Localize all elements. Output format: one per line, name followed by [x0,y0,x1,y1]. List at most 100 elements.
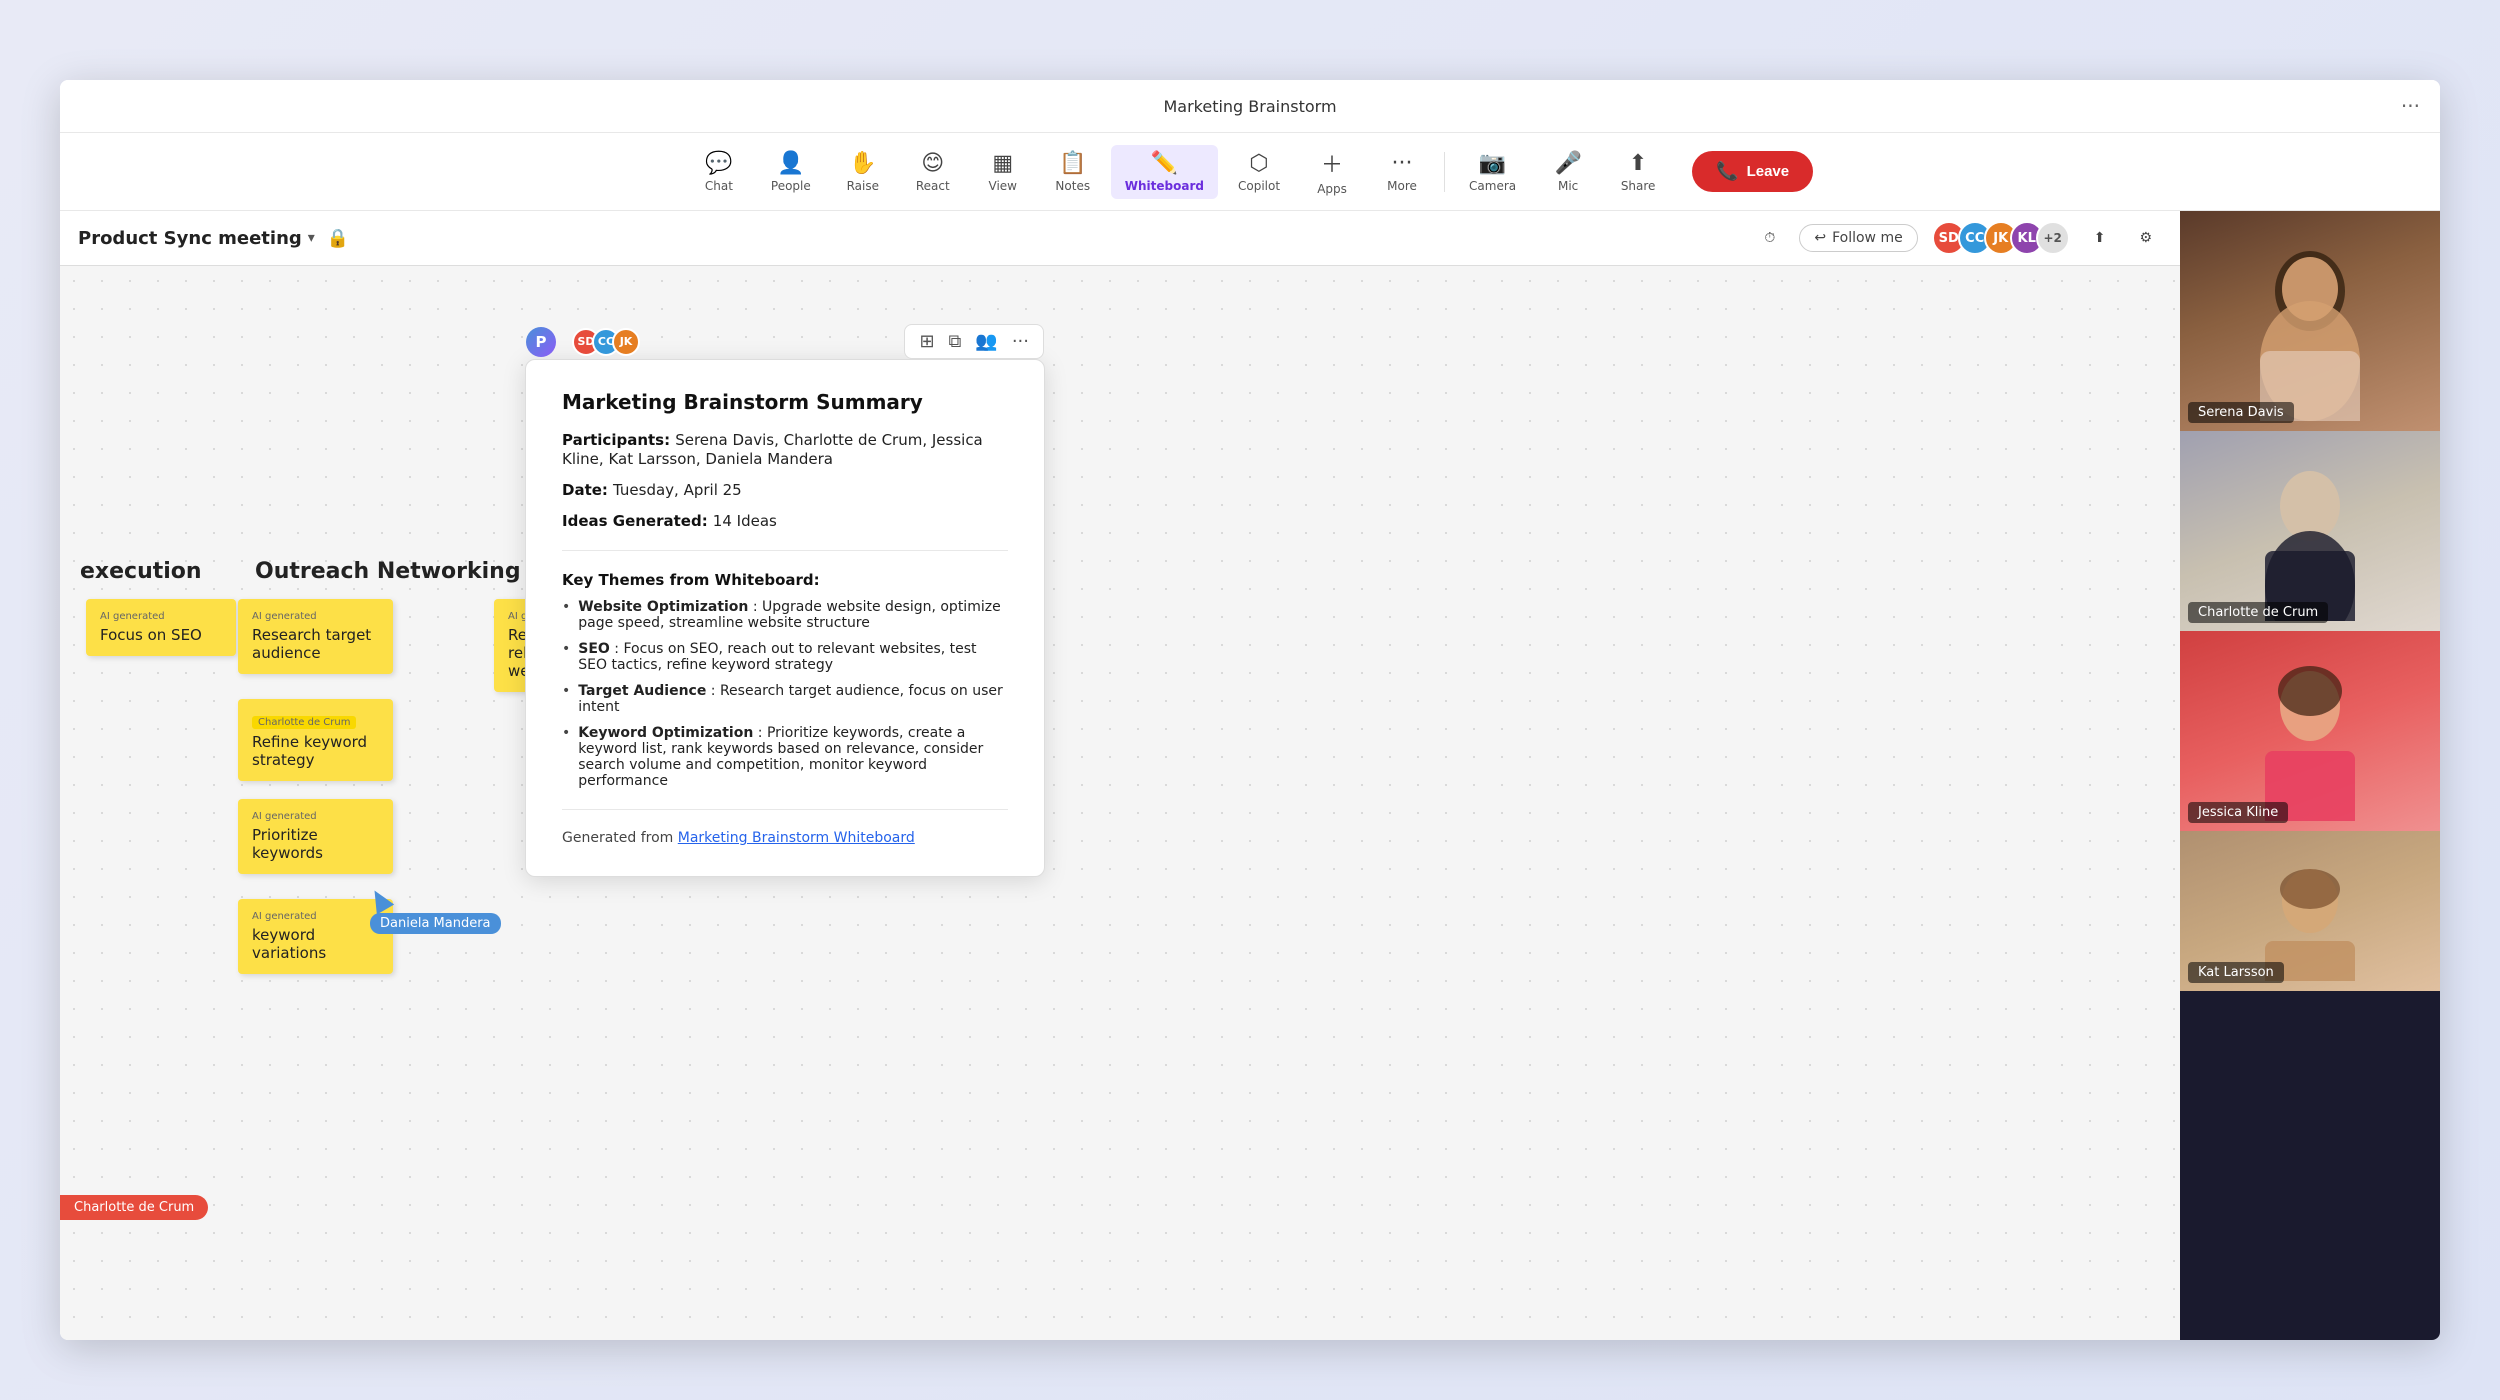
people-icon: 👤 [777,151,804,176]
ideas-value: 14 Ideas [713,512,777,530]
card-av-3: JK [612,328,640,356]
summary-title: Marketing Brainstorm Summary [562,390,1008,414]
settings-icon[interactable]: ⚙ [2129,224,2162,252]
follow-me-label: Follow me [1832,230,1903,246]
sticky-refine-keyword[interactable]: Charlotte de Crum Refine keyword strateg… [238,699,393,781]
date-section: Date: Tuesday, April 25 [562,480,1008,499]
card-copy-icon[interactable]: ⧉ [949,331,962,352]
serena-name-badge: Serena Davis [2188,402,2294,423]
people-label: People [771,179,811,193]
camera-icon: 📷 [1479,151,1506,176]
footer-link[interactable]: Marketing Brainstorm Whiteboard [678,830,915,846]
summary-divider-1 [562,550,1008,551]
sticky-ai-label: AI generated [100,611,222,622]
mic-icon: 🎤 [1554,151,1581,176]
whiteboard-icon: ✏️ [1151,151,1178,176]
whiteboard-area[interactable]: Product Sync meeting ▾ 🔒 ⏱ ↩ Follow me S… [60,211,2180,1340]
sticky-ai-label-2: AI generated [252,611,379,622]
toolbar-mic[interactable]: 🎤 Mic [1536,145,1600,199]
meeting-title-chevron[interactable]: ▾ [308,230,315,246]
wb-header: Product Sync meeting ▾ 🔒 ⏱ ↩ Follow me S… [60,211,2180,266]
theme-target-audience: Target Audience : Research target audien… [562,683,1008,715]
meeting-title-text: Product Sync meeting [78,228,302,249]
kat-name-badge: Kat Larsson [2188,962,2284,983]
meeting-title-container: Product Sync meeting ▾ [78,228,315,249]
date-label: Date: [562,481,608,499]
leave-phone-icon: 📞 [1716,161,1738,182]
video-tile-kat: Kat Larsson [2180,831,2440,991]
summary-card-toolbar: P SD CC JK ⊞ ⧉ 👥 ··· [526,324,1044,359]
follow-me-button[interactable]: ↩ Follow me [1799,224,1917,252]
theme-website-opt-label: Website Optimization [578,599,748,615]
toolbar-more[interactable]: ··· More [1370,145,1434,199]
copilot-label: Copilot [1238,179,1280,193]
apps-icon: ＋ [1321,147,1343,179]
card-more-icon[interactable]: ··· [1012,331,1029,352]
serena-silhouette [2245,221,2375,421]
theme-seo-text: : Focus on SEO, reach out to relevant we… [578,641,976,673]
header-avatars-group: SD CC JK KL +2 [1932,221,2070,255]
share-label: Share [1621,179,1656,193]
content-area: Product Sync meeting ▾ 🔒 ⏱ ↩ Follow me S… [60,211,2440,1340]
summary-divider-2 [562,809,1008,810]
ideas-label: Ideas Generated: [562,512,708,530]
follow-me-icon: ↩ [1814,230,1826,246]
cursor-arrow-icon [366,885,394,914]
theme-seo-label: SEO [578,641,610,657]
more-icon: ··· [1392,151,1413,176]
kat-silhouette [2245,841,2375,981]
lock-icon[interactable]: 🔒 [327,228,349,249]
video-tile-serena: Serena Davis [2180,211,2440,431]
footer-prefix: Generated from [562,830,678,846]
avatar-count: +2 [2036,221,2070,255]
copilot-logo: P [526,327,556,357]
toolbar-camera[interactable]: 📷 Camera [1455,145,1530,199]
toolbar-whiteboard[interactable]: ✏️ Whiteboard [1111,145,1218,199]
leave-button[interactable]: 📞 Leave [1692,151,1813,192]
chat-icon: 💬 [705,151,732,176]
card-grid-icon[interactable]: ⊞ [919,331,934,352]
notes-label: Notes [1055,179,1090,193]
section-outreach: Outreach Networking [255,559,521,584]
card-actions: ⊞ ⧉ 👥 ··· [904,324,1044,359]
view-icon: ▦ [992,151,1013,176]
copilot-icon: ⬡ [1249,151,1268,176]
share-icon: ⬆ [1629,151,1647,176]
notes-icon: 📋 [1059,151,1086,176]
sticky-text-5: keyword variations [252,926,379,962]
toolbar-raise[interactable]: ✋ Raise [831,145,895,199]
sticky-ai-label-3: AI generated [252,811,379,822]
wb-canvas[interactable]: execution Outreach Networking AI generat… [60,269,2180,1340]
card-share-icon[interactable]: 👥 [975,331,997,352]
toolbar-view[interactable]: ▦ View [971,145,1035,199]
window-menu-dots[interactable]: ··· [2401,94,2420,118]
toolbar-react[interactable]: 😊 React [901,145,965,199]
toolbar-notes[interactable]: 📋 Notes [1041,145,1105,199]
key-themes-title: Key Themes from Whiteboard: [562,571,1008,589]
cursor-label: Daniela Mandera [370,913,501,934]
toolbar-share[interactable]: ⬆ Share [1606,145,1670,199]
sticky-focus-seo[interactable]: AI generated Focus on SEO [86,599,236,656]
timer-icon[interactable]: ⏱ [1754,224,1785,252]
leave-label: Leave [1747,163,1790,180]
share-screen-icon[interactable]: ⬆ [2084,224,2116,252]
title-bar: Marketing Brainstorm ··· [60,80,2440,133]
toolbar-apps[interactable]: ＋ Apps [1300,141,1364,202]
sticky-prioritize-kw[interactable]: AI generated Prioritize keywords [238,799,393,874]
view-label: View [989,179,1017,193]
toolbar-copilot[interactable]: ⬡ Copilot [1224,145,1294,199]
sticky-text-4: Prioritize keywords [252,826,379,862]
chat-label: Chat [705,179,733,193]
whiteboard-label: Whiteboard [1125,179,1204,193]
summary-footer: Generated from Marketing Brainstorm Whit… [562,830,1008,846]
section-execution: execution [80,559,202,584]
sticky-research-audience[interactable]: AI generated Research target audience [238,599,393,674]
apps-label: Apps [1317,182,1347,196]
sticky-ai-label-4: AI generated [252,911,379,922]
jessica-silhouette [2245,641,2375,821]
raise-icon: ✋ [849,151,876,176]
theme-kw-label: Keyword Optimization [578,725,753,741]
toolbar-chat[interactable]: 💬 Chat [687,145,751,199]
theme-keyword-opt: Keyword Optimization : Prioritize keywor… [562,725,1008,789]
toolbar-people[interactable]: 👤 People [757,145,825,199]
